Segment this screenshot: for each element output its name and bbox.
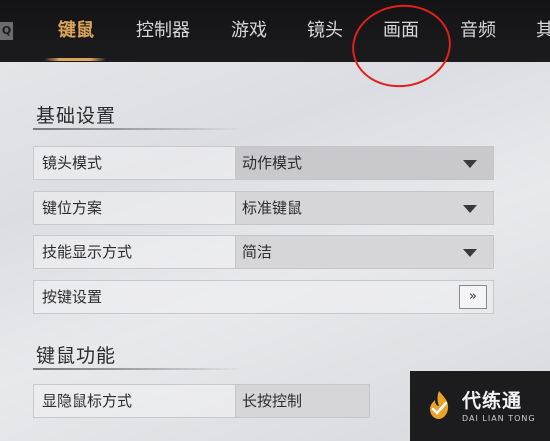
setting-row-camera-mode: 镜头模式 动作模式	[33, 146, 494, 180]
watermark-subtitle: DAI LIAN TONG	[462, 414, 536, 423]
watermark-name: 代练通	[462, 390, 523, 412]
tab-camera[interactable]: 镜头	[307, 0, 343, 62]
key-scheme-dropdown[interactable]: 标准键鼠	[235, 191, 494, 225]
watermark-badge: 代练通 DAI LIAN TONG	[410, 371, 550, 441]
tab-game[interactable]: 游戏	[231, 0, 267, 62]
dropdown-value: 简洁	[242, 243, 273, 261]
setting-row-key-scheme: 键位方案 标准键鼠	[33, 191, 494, 225]
setting-row-key-settings[interactable]: 按键设置 »	[33, 280, 494, 314]
chevron-down-icon	[463, 205, 477, 213]
setting-row-skill-display: 技能显示方式 简洁	[33, 235, 494, 269]
skill-display-dropdown[interactable]: 简洁	[235, 235, 494, 269]
tab-audio[interactable]: 音频	[460, 0, 496, 62]
dropdown-value: 长按控制	[242, 392, 303, 410]
section-title-basic: 基础设置	[36, 105, 117, 127]
row-label: 镜头模式	[42, 154, 103, 172]
top-nav-bar: Q 键鼠 控制器 游戏 镜头 画面 音频 其	[0, 0, 550, 62]
tab-controller[interactable]: 控制器	[136, 0, 190, 62]
camera-mode-dropdown[interactable]: 动作模式	[235, 146, 494, 180]
key-settings-button[interactable]: »	[459, 285, 487, 309]
section-divider	[33, 368, 243, 370]
cursor-toggle-dropdown[interactable]: 长按控制	[235, 384, 370, 418]
flame-check-logo-icon	[430, 391, 449, 419]
chevron-down-icon	[463, 249, 477, 257]
section-title-mouse: 键鼠功能	[36, 345, 117, 367]
q-key-hint[interactable]: Q	[0, 22, 13, 40]
setting-row-cursor-toggle: 显隐鼠标方式 长按控制	[33, 384, 370, 418]
row-label: 显隐鼠标方式	[42, 392, 133, 410]
section-divider	[33, 128, 243, 130]
active-tab-underline	[44, 58, 106, 61]
dropdown-value: 动作模式	[242, 154, 303, 172]
row-label: 按键设置	[42, 288, 103, 306]
row-label: 技能显示方式	[42, 243, 133, 261]
row-label: 键位方案	[42, 199, 103, 217]
chevron-down-icon	[463, 160, 477, 168]
tab-keyboard-mouse[interactable]: 键鼠	[58, 0, 94, 62]
dropdown-value: 标准键鼠	[242, 199, 303, 217]
tab-other[interactable]: 其	[536, 0, 550, 62]
